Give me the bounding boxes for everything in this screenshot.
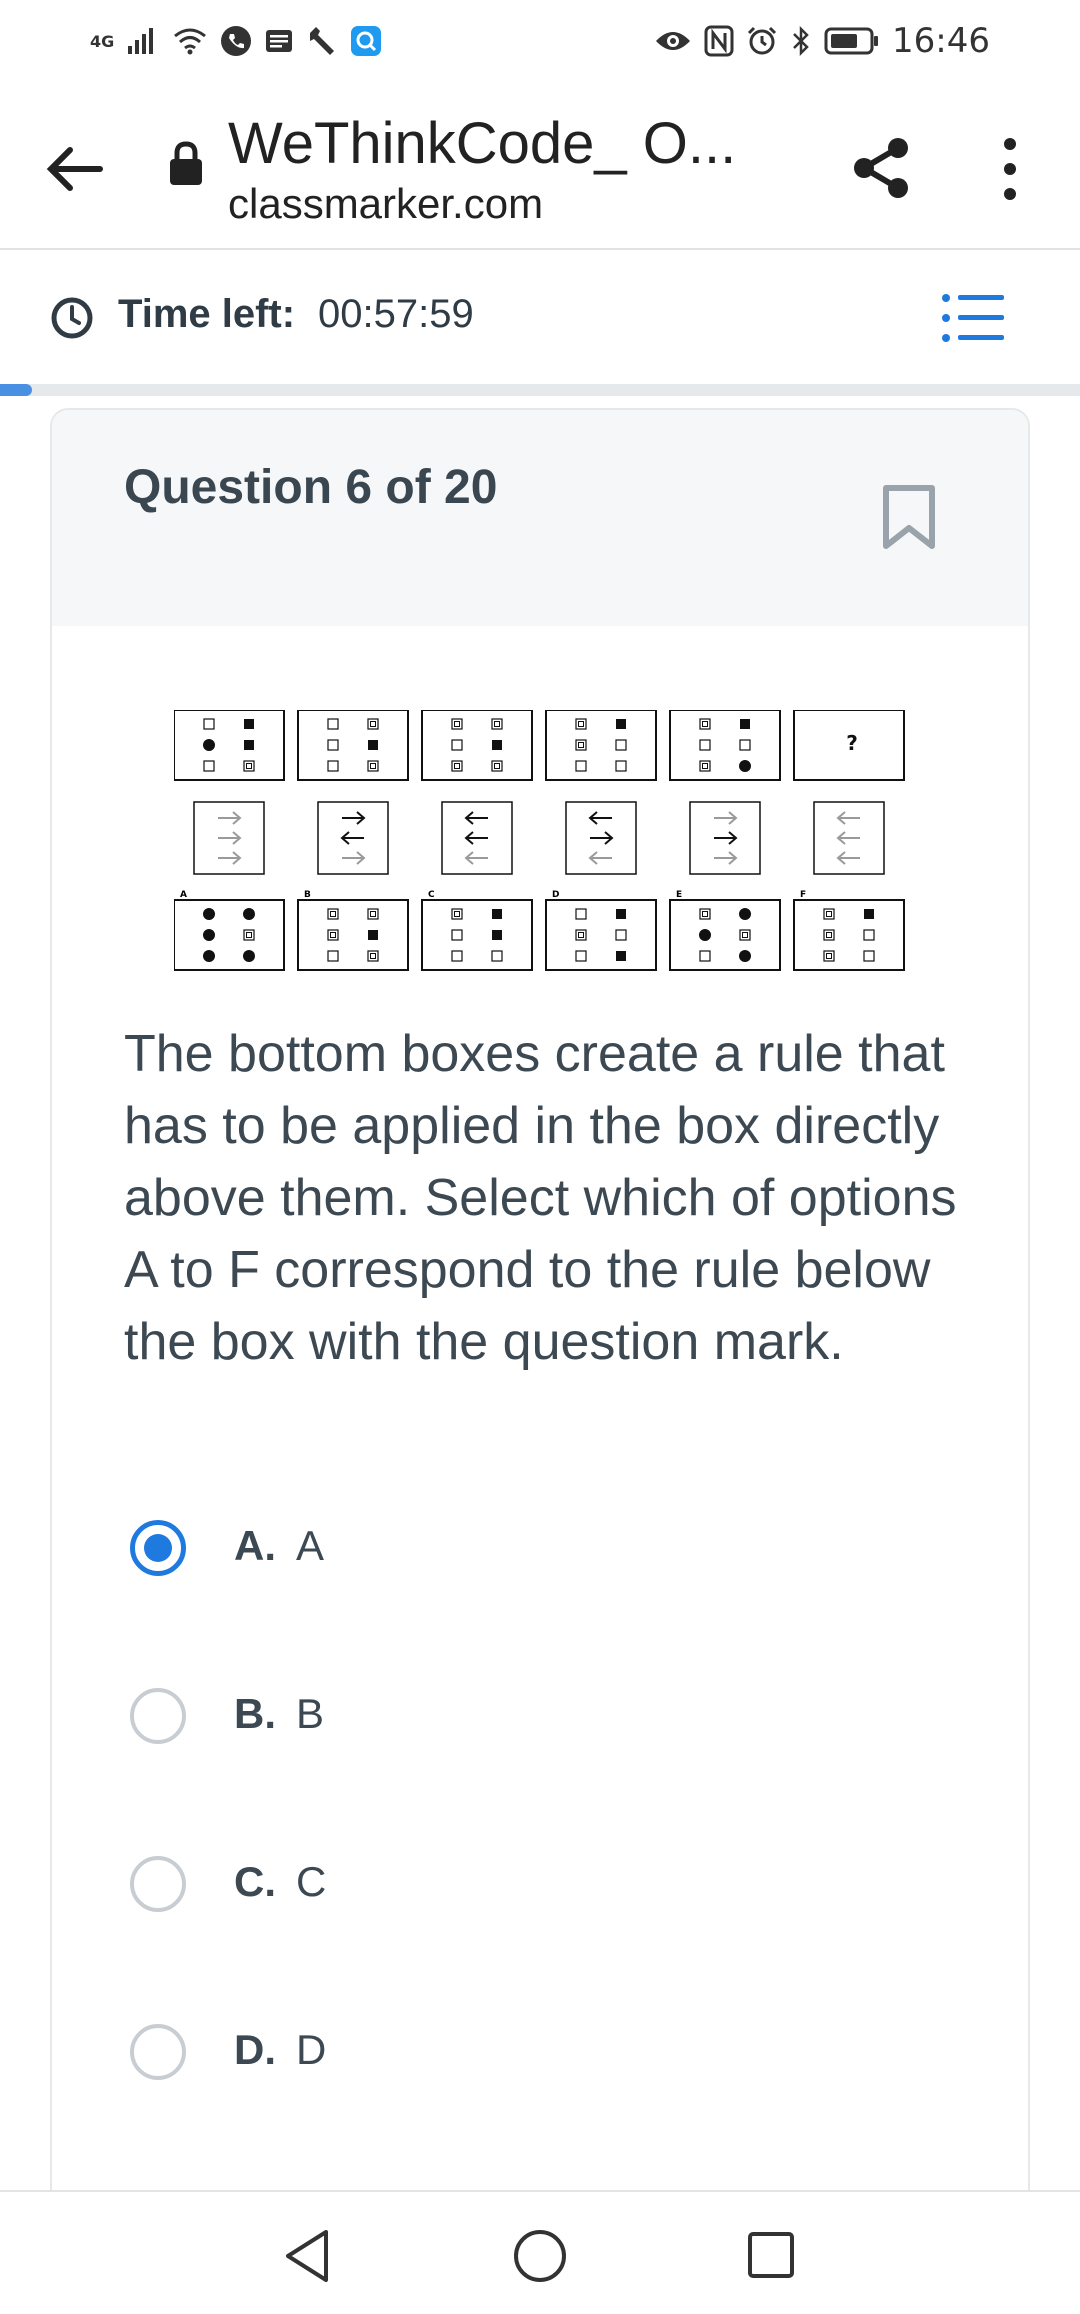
nav-recent-apps-icon[interactable]	[746, 2230, 796, 2280]
browser-app-bar: WeThinkCode_ O... classmarker.com	[0, 82, 1080, 250]
status-bar: 4G 16:46	[0, 0, 1080, 82]
puzzle-label-f: F	[800, 890, 806, 900]
more-options-icon[interactable]	[985, 134, 1035, 204]
option-label: A	[296, 1522, 325, 1569]
wrench-icon	[310, 27, 335, 55]
lock-icon	[170, 141, 202, 185]
option-label: B	[296, 1690, 325, 1737]
question-list-icon[interactable]	[940, 292, 1006, 344]
radio-c[interactable]	[130, 1856, 186, 1912]
progress-fill	[0, 384, 33, 396]
puzzle-question-mark: ?	[846, 731, 858, 755]
question-text: The bottom boxes create a rule that has …	[124, 1025, 957, 1371]
message-icon	[266, 30, 293, 52]
puzzle-label-a: A	[180, 890, 187, 900]
option-letter: A.	[234, 1522, 276, 1569]
nfc-icon	[704, 25, 734, 57]
page-url[interactable]: classmarker.com	[228, 180, 543, 228]
option-d[interactable]: D. D	[130, 2024, 830, 2192]
option-letter: B.	[234, 1690, 276, 1737]
puzzle-label-b: B	[304, 890, 311, 900]
option-label: C	[296, 1858, 327, 1905]
puzzle-figure: ? A B C D E F	[174, 710, 905, 971]
option-b[interactable]: B. B	[130, 1688, 830, 1856]
radio-b[interactable]	[130, 1688, 186, 1744]
status-time: 16:46	[892, 21, 990, 61]
back-arrow-icon[interactable]	[40, 134, 110, 204]
wifi-icon	[174, 28, 207, 55]
answer-options: A. A B. B C. C D. D	[130, 1520, 830, 2192]
option-label: D	[296, 2026, 327, 2073]
option-a[interactable]: A. A	[130, 1520, 830, 1688]
share-icon[interactable]	[850, 134, 914, 202]
radio-d[interactable]	[130, 2024, 186, 2080]
clock-icon	[51, 297, 93, 339]
eye-icon	[656, 32, 691, 50]
bookmark-icon[interactable]	[880, 484, 938, 550]
phone-icon	[221, 26, 252, 56]
page-title[interactable]: WeThinkCode_ O...	[228, 110, 736, 177]
bluetooth-icon	[793, 25, 809, 57]
network-type: 4G	[90, 31, 115, 51]
puzzle-label-c: C	[428, 890, 435, 900]
alarm-icon	[747, 26, 777, 55]
nav-back-icon[interactable]	[282, 2228, 332, 2284]
timer-value: 00:57:59	[318, 292, 474, 336]
system-nav-bar	[0, 2190, 1080, 2314]
progress-bar	[0, 384, 1080, 396]
radio-a[interactable]	[130, 1520, 186, 1576]
timer-bar: Time left: 00:57:59	[0, 250, 1080, 384]
signal-icon	[128, 28, 154, 54]
search-app-icon	[351, 26, 382, 56]
puzzle-label-e: E	[676, 890, 682, 900]
question-card: Question 6 of 20 ? A B C D E F The botto…	[50, 408, 1030, 2312]
option-letter: C.	[234, 1858, 276, 1905]
status-left: 4G	[90, 25, 382, 57]
status-right: 16:46	[654, 21, 990, 61]
puzzle-label-d: D	[552, 890, 559, 900]
timer-label: Time left:	[118, 292, 296, 336]
question-title: Question 6 of 20	[124, 461, 498, 514]
option-letter: D.	[234, 2026, 276, 2073]
question-header: Question 6 of 20	[52, 410, 1028, 626]
nav-home-icon[interactable]	[512, 2228, 568, 2284]
option-c[interactable]: C. C	[130, 1856, 830, 2024]
battery-icon	[824, 27, 879, 55]
